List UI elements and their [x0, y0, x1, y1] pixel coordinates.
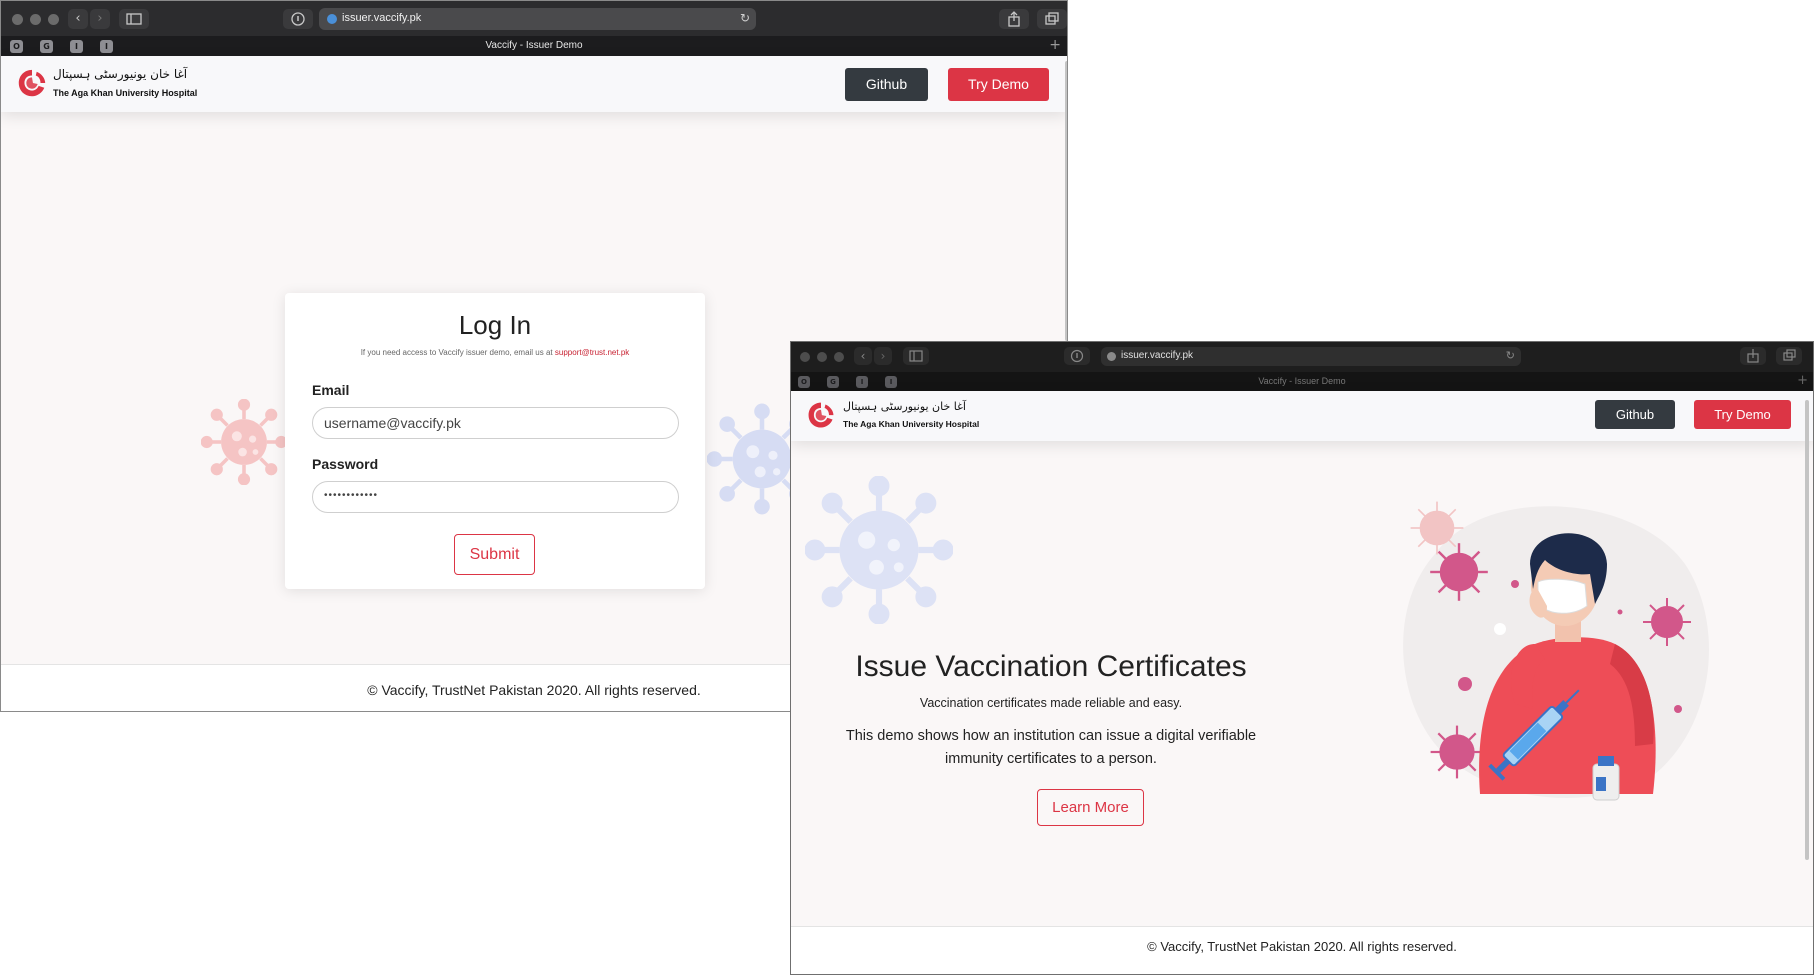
browser-toolbar: ‹ › issuer.vaccify.pk ↻: [791, 342, 1813, 372]
submit-button[interactable]: Submit: [454, 534, 535, 575]
logo-english-text: The Aga Khan University Hospital: [843, 419, 980, 429]
tab-title[interactable]: Vaccify - Issuer Demo: [1, 40, 1067, 51]
share-icon[interactable]: [1740, 347, 1766, 365]
login-title: Log In: [458, 310, 532, 340]
aku-logo-mark-icon: [15, 67, 49, 101]
tabs-overview-icon[interactable]: [1776, 347, 1802, 365]
aku-logo-mark-icon: [805, 400, 837, 432]
site-navbar: آغا خان یونیورسٹی ہسپتال The Aga Khan Un…: [1, 56, 1067, 112]
aku-logo[interactable]: آغا خان یونیورسٹی ہسپتال The Aga Khan Un…: [15, 65, 205, 103]
privacy-icon[interactable]: [1064, 347, 1090, 365]
logo-english-text: The Aga Khan University Hospital: [53, 88, 198, 98]
address-bar[interactable]: issuer.vaccify.pk ↻: [319, 8, 756, 30]
share-icon[interactable]: [999, 9, 1029, 29]
new-tab-icon[interactable]: +: [1049, 37, 1061, 53]
access-hint: If you need access to Vaccify issuer dem…: [285, 348, 705, 357]
address-bar[interactable]: issuer.vaccify.pk ↻: [1101, 347, 1521, 366]
try-demo-button[interactable]: Try Demo: [1694, 400, 1791, 429]
scrollbar[interactable]: [1065, 61, 1067, 341]
github-button[interactable]: Github: [1595, 400, 1675, 429]
reload-icon[interactable]: ↻: [740, 11, 750, 25]
minimize-dot[interactable]: [817, 352, 827, 362]
minimize-dot[interactable]: [30, 14, 41, 25]
logo-urdu-text: آغا خان یونیورسٹی ہسپتال: [53, 67, 188, 81]
aku-logo[interactable]: آغا خان یونیورسٹی ہسپتال The Aga Khan Un…: [805, 398, 995, 434]
url-text: issuer.vaccify.pk: [342, 12, 422, 24]
try-demo-button[interactable]: Try Demo: [948, 68, 1049, 101]
virus-icon: [805, 476, 953, 624]
globe-icon: [327, 14, 337, 24]
hero-title: Issue Vaccination Certificates: [855, 650, 1247, 683]
vaccination-illustration: [1403, 501, 1709, 801]
tab-bar: O G I I Vaccify - Issuer Demo +: [791, 372, 1813, 391]
close-dot[interactable]: [800, 352, 810, 362]
learn-more-button[interactable]: Learn More: [1037, 789, 1144, 826]
url-text: issuer.vaccify.pk: [1121, 350, 1194, 361]
access-hint-text: If you need access to Vaccify issuer dem…: [360, 348, 553, 357]
password-label: Password: [312, 456, 379, 472]
email-field[interactable]: username@vaccify.pk: [312, 407, 679, 439]
tab-bar: O G I I Vaccify - Issuer Demo +: [1, 36, 1067, 56]
virus-icon: [201, 399, 287, 485]
site-navbar: آغا خان یونیورسٹی ہسپتال The Aga Khan Un…: [791, 391, 1813, 441]
sidebar-icon[interactable]: [119, 9, 149, 29]
scrollbar[interactable]: [1805, 400, 1809, 860]
site-footer: © Vaccify, TrustNet Pakistan 2020. All r…: [791, 926, 1813, 974]
tabs-overview-icon[interactable]: [1037, 9, 1067, 29]
reload-icon[interactable]: ↻: [1506, 349, 1515, 362]
forward-icon[interactable]: ›: [874, 347, 892, 365]
login-card: Log In If you need access to Vaccify iss…: [285, 293, 705, 589]
back-icon[interactable]: ‹: [854, 347, 872, 365]
logo-urdu-text: آغا خان یونیورسٹی ہسپتال: [843, 400, 966, 413]
tab-title[interactable]: Vaccify - Issuer Demo: [791, 376, 1813, 386]
browser-window-landing: ‹ › issuer.vaccify.pk ↻ O G I I Vaccify …: [790, 341, 1814, 975]
github-button[interactable]: Github: [845, 68, 928, 101]
support-email-link[interactable]: support@trust.net.pk: [555, 348, 629, 357]
browser-toolbar: ‹ › issuer.vaccify.pk ↻: [1, 1, 1067, 36]
sidebar-icon[interactable]: [903, 347, 929, 365]
privacy-icon[interactable]: [283, 9, 313, 29]
hero-subtitle: Vaccination certificates made reliable a…: [919, 696, 1183, 710]
forward-icon[interactable]: ›: [90, 9, 110, 29]
zoom-dot[interactable]: [48, 14, 59, 25]
password-field[interactable]: ••••••••••••: [312, 481, 679, 513]
hero-description: This demo shows how an institution can i…: [845, 728, 1257, 767]
close-dot[interactable]: [12, 14, 23, 25]
back-icon[interactable]: ‹: [68, 9, 88, 29]
zoom-dot[interactable]: [834, 352, 844, 362]
globe-icon: [1107, 352, 1116, 361]
new-tab-icon[interactable]: +: [1797, 373, 1808, 388]
email-label: Email: [312, 382, 350, 398]
